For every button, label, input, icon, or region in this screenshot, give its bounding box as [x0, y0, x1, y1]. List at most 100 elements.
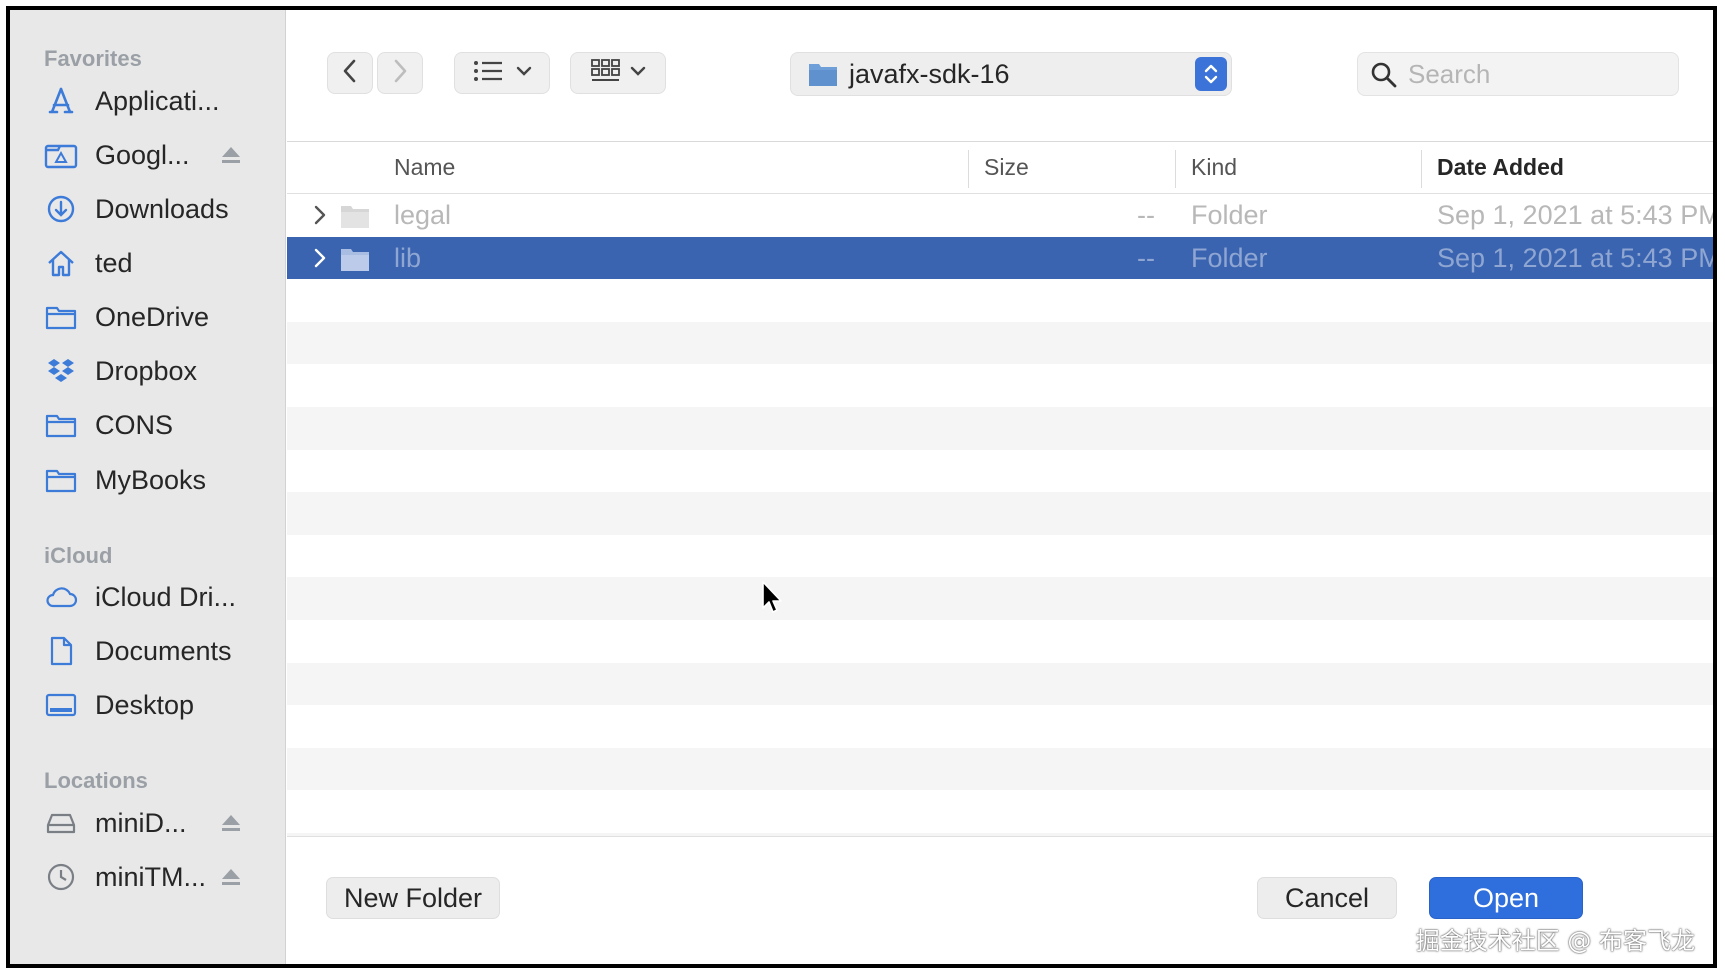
column-header-kind[interactable]: Kind	[1191, 154, 1237, 181]
sidebar-item-dropbox[interactable]: Dropbox	[10, 344, 286, 398]
sidebar: Favorites Applicati... Googl... Download…	[10, 10, 286, 964]
open-button[interactable]: Open	[1429, 877, 1583, 919]
folder-icon	[44, 408, 78, 442]
column-separator[interactable]	[1175, 150, 1176, 188]
sidebar-item-label: CONS	[95, 409, 174, 440]
sidebar-item-minidisk[interactable]: miniD...	[10, 796, 286, 850]
file-date-added: Sep 1, 2021 at 5:43 PM	[1437, 200, 1713, 230]
sidebar-item-label: miniD...	[95, 807, 187, 838]
google-drive-icon	[44, 138, 78, 172]
search-input[interactable]	[1408, 57, 1668, 91]
sidebar-item-label: MyBooks	[95, 464, 207, 495]
file-list: legal -- Folder Sep 1, 2021 at 5:43 PM l…	[287, 194, 1713, 846]
sidebar-item-minitm[interactable]: miniTM...	[10, 850, 286, 904]
sidebar-item-applications[interactable]: Applicati...	[10, 74, 286, 128]
time-machine-icon	[44, 860, 78, 894]
column-header-size[interactable]: Size	[984, 154, 1029, 181]
column-separator[interactable]	[968, 150, 969, 188]
file-kind: Folder	[1191, 242, 1268, 273]
column-separator[interactable]	[1421, 150, 1422, 188]
folder-icon	[339, 202, 371, 235]
sidebar-item-label: Documents	[95, 635, 232, 666]
path-label: javafx-sdk-16	[849, 59, 1010, 89]
path-popup[interactable]: javafx-sdk-16	[790, 52, 1232, 96]
applications-icon	[44, 84, 78, 118]
sidebar-item-label: iCloud Dri...	[95, 581, 237, 612]
table-row[interactable]: legal -- Folder Sep 1, 2021 at 5:43 PM	[287, 194, 1713, 237]
folder-icon	[44, 463, 78, 497]
sidebar-item-downloads[interactable]: Downloads	[10, 182, 286, 236]
sidebar-item-desktop[interactable]: Desktop	[10, 678, 286, 732]
mouse-pointer-icon	[761, 580, 785, 621]
forward-button[interactable]	[377, 52, 423, 94]
sidebar-item-label: Googl...	[95, 139, 190, 170]
sidebar-section-icloud: iCloud	[44, 543, 113, 568]
empty-row	[287, 577, 1713, 620]
empty-row	[287, 747, 1713, 791]
document-icon	[44, 634, 78, 668]
sidebar-item-home[interactable]: ted	[10, 236, 286, 290]
sidebar-section-locations: Locations	[44, 768, 148, 793]
file-name: lib	[394, 242, 422, 273]
home-icon	[44, 246, 78, 280]
sidebar-section-favorites: Favorites	[44, 46, 142, 71]
sidebar-item-documents[interactable]: Documents	[10, 624, 286, 678]
view-grid-button[interactable]	[570, 52, 666, 94]
list-view-icon	[472, 59, 506, 88]
downloads-icon	[44, 192, 78, 226]
chevron-down-icon	[630, 64, 646, 82]
search-field[interactable]	[1357, 52, 1679, 96]
file-kind: Folder	[1191, 200, 1268, 230]
column-header-date-added[interactable]: Date Added	[1437, 154, 1564, 181]
empty-row	[287, 492, 1713, 535]
desktop-icon	[44, 688, 78, 722]
sidebar-item-label: OneDrive	[95, 301, 210, 332]
file-date-added: Sep 1, 2021 at 5:43 PM	[1437, 242, 1713, 273]
file-size: --	[1137, 200, 1155, 230]
table-row-selected[interactable]: lib -- Folder Sep 1, 2021 at 5:43 PM	[287, 236, 1713, 280]
sidebar-item-label: miniTM...	[95, 861, 206, 892]
new-folder-button[interactable]: New Folder	[326, 877, 500, 919]
sidebar-item-label: Desktop	[95, 689, 195, 720]
sidebar-item-google-drive[interactable]: Googl...	[10, 128, 286, 182]
main-pane: javafx-sdk-16 Name Size Kind Date Added	[287, 10, 1713, 964]
dropbox-icon	[44, 354, 78, 388]
eject-icon[interactable]	[220, 866, 242, 888]
disclosure-triangle-icon[interactable]	[313, 204, 327, 231]
eject-icon[interactable]	[220, 812, 242, 834]
sidebar-item-label: Dropbox	[95, 355, 198, 386]
disclosure-triangle-icon[interactable]	[313, 247, 327, 274]
folder-icon	[339, 245, 371, 278]
watermark: 掘金技术社区 @ 布客飞龙	[1415, 927, 1695, 955]
file-size: --	[1137, 242, 1155, 273]
empty-row	[287, 321, 1713, 365]
sidebar-item-label: ted	[95, 247, 133, 278]
sidebar-item-cons[interactable]: CONS	[10, 398, 286, 452]
disk-icon	[44, 806, 78, 840]
file-name: legal	[394, 200, 452, 230]
sidebar-item-icloud-drive[interactable]: iCloud Dri...	[10, 570, 286, 624]
grid-view-icon	[590, 58, 620, 89]
dialog-footer: New Folder Cancel Open 掘金技术社区 @ 布客飞龙	[287, 836, 1713, 964]
back-button[interactable]	[327, 52, 373, 94]
column-header-name[interactable]: Name	[394, 154, 455, 181]
sidebar-item-label: Applicati...	[95, 85, 220, 116]
folder-icon	[44, 300, 78, 334]
sidebar-item-label: Downloads	[95, 193, 229, 224]
view-list-button[interactable]	[454, 52, 550, 94]
search-icon	[1371, 62, 1397, 88]
chevron-down-icon	[516, 64, 532, 82]
chevron-left-icon	[341, 58, 359, 89]
sidebar-item-onedrive[interactable]: OneDrive	[10, 290, 286, 344]
sidebar-item-mybooks[interactable]: MyBooks	[10, 453, 286, 507]
column-headers: Name Size Kind Date Added	[287, 142, 1713, 194]
cancel-button[interactable]: Cancel	[1257, 877, 1397, 919]
folder-icon	[807, 60, 839, 93]
empty-row	[287, 407, 1713, 450]
eject-icon[interactable]	[220, 144, 242, 166]
empty-row	[287, 662, 1713, 706]
cloud-icon	[44, 580, 78, 614]
open-file-dialog: Favorites Applicati... Googl... Download…	[6, 6, 1717, 968]
updown-chevron-icon	[1195, 57, 1227, 91]
toolbar: javafx-sdk-16	[287, 10, 1713, 142]
